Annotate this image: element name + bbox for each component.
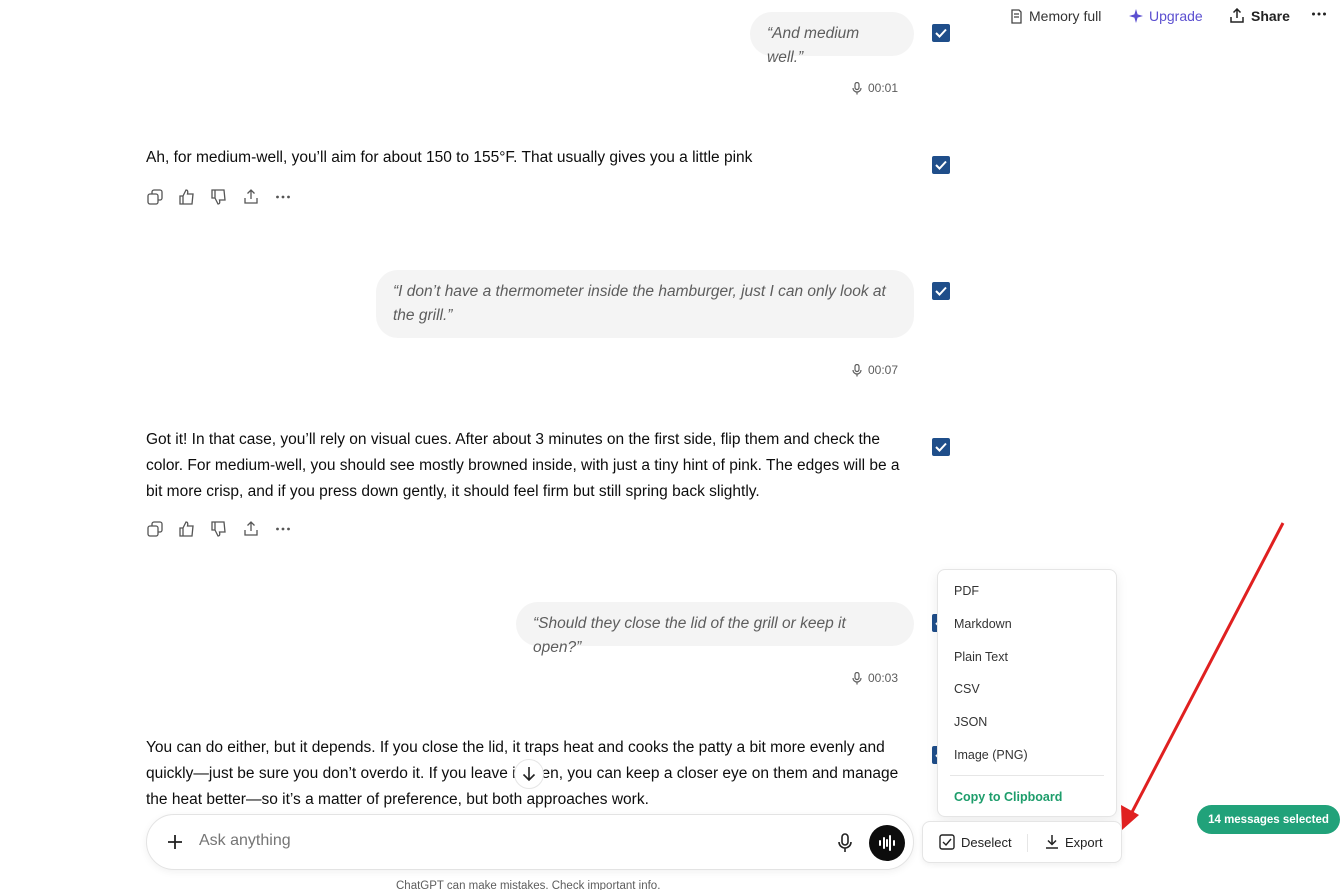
menu-divider xyxy=(950,775,1104,776)
selection-action-bar: Deselect Export xyxy=(922,821,1122,863)
dictate-button[interactable] xyxy=(837,833,853,858)
message-actions xyxy=(146,188,292,206)
message-actions xyxy=(146,520,292,538)
assistant-message-text: Got it! In that case, you’ll rely on vis… xyxy=(146,431,900,500)
check-icon xyxy=(935,160,947,170)
microphone-icon xyxy=(852,671,862,684)
plus-icon xyxy=(168,835,182,849)
voice-mode-button[interactable] xyxy=(869,825,905,861)
check-icon xyxy=(935,442,947,452)
upgrade-label: Upgrade xyxy=(1149,8,1203,24)
voice-waveform-icon xyxy=(879,835,895,851)
voice-duration-text: 00:03 xyxy=(867,671,898,685)
thumbs-down-button[interactable] xyxy=(210,188,228,206)
microphone-icon xyxy=(838,833,852,852)
selected-count-badge: 14 messages selected xyxy=(1197,805,1340,834)
copy-icon xyxy=(147,189,163,205)
copy-button[interactable] xyxy=(146,520,164,538)
message-select-checkbox[interactable] xyxy=(932,24,950,42)
thumbs-down-icon xyxy=(211,521,226,537)
copy-icon xyxy=(147,521,163,537)
voice-duration-text: 00:01 xyxy=(867,81,898,95)
thumbs-up-icon xyxy=(179,521,194,537)
export-label: Export xyxy=(1065,834,1103,850)
more-horizontal-icon xyxy=(276,195,290,199)
more-actions-button[interactable] xyxy=(274,188,292,206)
user-message-text: “And medium well.” xyxy=(767,25,860,66)
check-icon xyxy=(935,28,947,38)
thumbs-up-button[interactable] xyxy=(178,188,196,206)
more-actions-button[interactable] xyxy=(274,520,292,538)
assistant-message: Got it! In that case, you’ll rely on vis… xyxy=(146,427,916,505)
assistant-message: Ah, for medium-well, you’ll aim for abou… xyxy=(146,145,916,171)
user-message: “Should they close the lid of the grill … xyxy=(516,602,914,656)
message-select-checkbox[interactable] xyxy=(932,156,950,174)
export-markdown-option[interactable]: Markdown xyxy=(954,617,1012,631)
memory-full-label: Memory full xyxy=(1029,8,1102,24)
disclaimer: ChatGPT can make mistakes. Check importa… xyxy=(396,880,661,890)
check-icon xyxy=(935,286,947,296)
deselect-label: Deselect xyxy=(961,834,1012,850)
arrow-down-icon xyxy=(522,767,536,782)
composer xyxy=(146,814,914,870)
share-label: Share xyxy=(1251,8,1290,24)
copy-button[interactable] xyxy=(146,188,164,206)
more-options-button[interactable] xyxy=(1311,6,1327,22)
upgrade-button[interactable]: Upgrade xyxy=(1129,8,1203,24)
export-json-option[interactable]: JSON xyxy=(954,715,987,729)
thumbs-down-icon xyxy=(211,189,226,205)
message-select-checkbox[interactable] xyxy=(932,282,950,300)
export-button[interactable]: Export xyxy=(1045,834,1103,850)
export-pdf-option[interactable]: PDF xyxy=(954,584,979,598)
user-message: “I don’t have a thermometer inside the h… xyxy=(376,270,914,338)
more-horizontal-icon xyxy=(1312,12,1326,16)
share-message-button[interactable] xyxy=(242,188,260,206)
thumbs-up-button[interactable] xyxy=(178,520,196,538)
deselect-button[interactable]: Deselect xyxy=(939,834,1012,850)
more-horizontal-icon xyxy=(276,527,290,531)
assistant-message-text: Ah, for medium-well, you’ll aim for abou… xyxy=(146,149,753,166)
voice-duration: 00:01 xyxy=(852,81,898,95)
sparkle-icon xyxy=(1129,9,1143,23)
microphone-icon xyxy=(852,363,862,376)
attach-button[interactable] xyxy=(165,832,185,857)
voice-duration-text: 00:07 xyxy=(867,363,898,377)
download-icon xyxy=(1046,835,1058,849)
share-icon xyxy=(1230,8,1244,23)
chat-input[interactable] xyxy=(199,832,799,850)
memory-icon xyxy=(1011,8,1022,24)
export-plain-text-option[interactable]: Plain Text xyxy=(954,650,1008,664)
user-message: “And medium well.” xyxy=(750,12,914,66)
user-message-text: “I don’t have a thermometer inside the h… xyxy=(393,283,886,324)
export-csv-option[interactable]: CSV xyxy=(954,682,980,696)
scroll-to-bottom-button[interactable] xyxy=(514,759,544,789)
share-message-button[interactable] xyxy=(242,520,260,538)
share-icon xyxy=(244,189,258,204)
export-format-menu: PDF Markdown Plain Text CSV JSON Image (… xyxy=(937,569,1117,817)
share-icon xyxy=(244,521,258,536)
microphone-icon xyxy=(852,81,862,94)
message-select-checkbox[interactable] xyxy=(932,438,950,456)
voice-duration: 00:03 xyxy=(852,671,898,685)
export-image-png-option[interactable]: Image (PNG) xyxy=(954,748,1028,762)
memory-full-button[interactable]: Memory full xyxy=(1010,8,1101,24)
share-button[interactable]: Share xyxy=(1229,8,1290,24)
checkbox-icon xyxy=(939,834,955,850)
thumbs-up-icon xyxy=(179,189,194,205)
user-message-text: “Should they close the lid of the grill … xyxy=(533,615,846,656)
voice-duration: 00:07 xyxy=(852,363,898,377)
thumbs-down-button[interactable] xyxy=(210,520,228,538)
bar-divider xyxy=(1027,834,1028,852)
copy-to-clipboard-option[interactable]: Copy to Clipboard xyxy=(954,790,1062,804)
